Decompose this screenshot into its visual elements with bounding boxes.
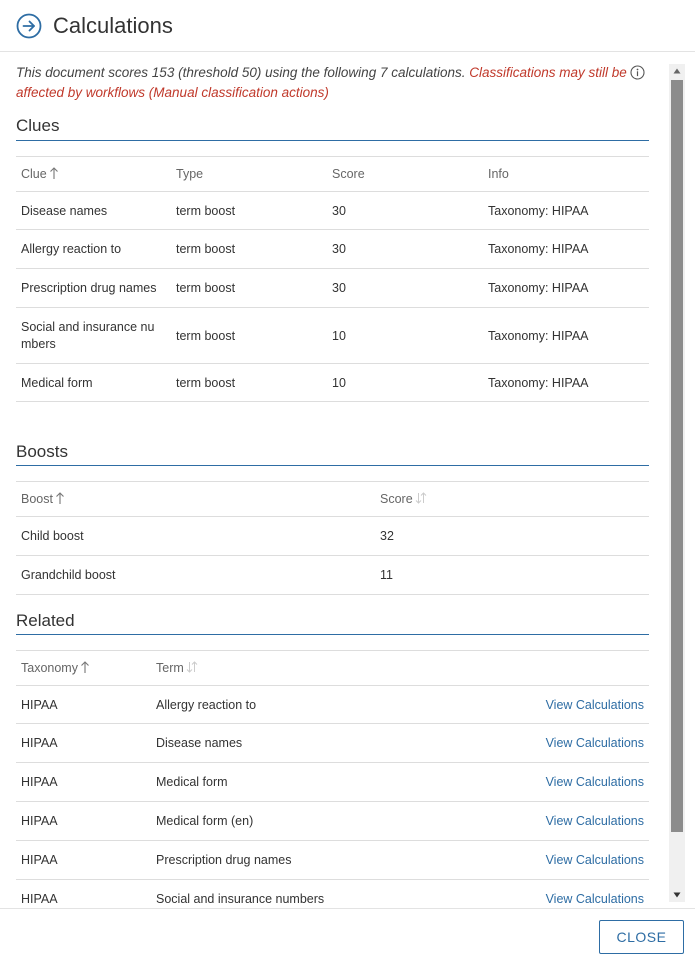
related-section-title: Related <box>16 611 75 630</box>
clues-section-divider <box>16 140 649 141</box>
dialog-header: Calculations <box>0 0 695 52</box>
column-header-clue[interactable]: Clue <box>16 156 171 192</box>
score-summary: This document scores 153 (threshold 50) … <box>16 63 649 103</box>
scrollbar-thumb[interactable] <box>671 80 683 832</box>
column-header-actions <box>481 650 649 686</box>
sort-ascending-icon[interactable] <box>49 166 59 183</box>
table-row: Disease names term boost 30 Taxonomy: HIPAA <box>16 191 649 230</box>
related-section-divider <box>16 634 649 635</box>
table-row: HIPAA Medical form View Calculations <box>16 762 649 802</box>
sort-unsorted-icon[interactable] <box>415 491 427 508</box>
dialog-footer: CLOSE <box>0 908 695 962</box>
table-row: HIPAA Allergy reaction to View Calculation… <box>16 685 649 724</box>
clues-section-title: Clues <box>16 116 60 135</box>
table-row: HIPAA Prescription drug names View Calcula… <box>16 840 649 880</box>
column-header-type[interactable]: Type <box>171 156 327 192</box>
view-calculations-link[interactable]: View Calculations <box>481 879 649 908</box>
boosts-header-row: Boost Score <box>16 481 649 517</box>
table-row: HIPAA Disease names View Calculations <box>16 723 649 763</box>
close-button[interactable]: CLOSE <box>599 920 684 954</box>
table-row: HIPAA Medical form (en) View Calculations <box>16 801 649 841</box>
boosts-table: Boost Score Child boost 32 Grandchild boo… <box>16 481 649 595</box>
boosts-section-title: Boosts <box>16 442 68 461</box>
column-header-score[interactable]: Score <box>375 481 649 517</box>
boosts-section-divider <box>16 465 649 466</box>
related-table: Taxonomy Term HIPAA Allergy reaction to Vi… <box>16 650 649 908</box>
view-calculations-link[interactable]: View Calculations <box>481 801 649 841</box>
sort-ascending-icon[interactable] <box>55 491 65 508</box>
column-header-boost[interactable]: Boost <box>16 481 375 517</box>
column-header-score[interactable]: Score <box>327 156 483 192</box>
table-row: Grandchild boost 11 <box>16 555 649 595</box>
column-header-term[interactable]: Term <box>151 650 481 686</box>
info-icon[interactable] <box>630 65 645 80</box>
sort-ascending-icon[interactable] <box>80 660 90 677</box>
vertical-scrollbar[interactable] <box>669 64 685 902</box>
column-header-taxonomy[interactable]: Taxonomy <box>16 650 151 686</box>
summary-text: This document scores 153 (threshold 50) … <box>16 65 466 80</box>
sort-unsorted-icon[interactable] <box>186 660 198 677</box>
view-calculations-link[interactable]: View Calculations <box>481 840 649 880</box>
clues-header-row: Clue Type Score Info <box>16 156 649 192</box>
table-row: Child boost 32 <box>16 516 649 556</box>
table-row: Medical form term boost 10 Taxonomy: HIPAA <box>16 363 649 402</box>
summary-warning: Classifications may still be <box>469 65 627 80</box>
table-row: HIPAA Social and insurance numbers View Ca… <box>16 879 649 908</box>
summary-warning-cont: affected by workflows (Manual classifica… <box>16 85 329 100</box>
dialog-content: This document scores 153 (threshold 50) … <box>0 52 695 908</box>
view-calculations-link[interactable]: View Calculations <box>481 685 649 724</box>
table-row: Allergy reaction to term boost 30 Taxonomy:… <box>16 229 649 269</box>
dialog-title: Calculations <box>53 12 173 38</box>
scroll-up-arrow-icon[interactable] <box>669 64 685 78</box>
column-header-info[interactable]: Info <box>483 156 649 192</box>
related-header-row: Taxonomy Term <box>16 650 649 686</box>
view-calculations-link[interactable]: View Calculations <box>481 723 649 763</box>
scroll-down-arrow-icon[interactable] <box>669 888 685 902</box>
table-row: Prescription drug names term boost 30 Taxon… <box>16 268 649 308</box>
clues-table: Clue Type Score Info Disease names term b… <box>16 156 649 402</box>
arrow-circle-right-icon[interactable] <box>16 13 42 39</box>
view-calculations-link[interactable]: View Calculations <box>481 762 649 802</box>
table-row: Social and insurance nu mbers term boost 1… <box>16 307 649 364</box>
